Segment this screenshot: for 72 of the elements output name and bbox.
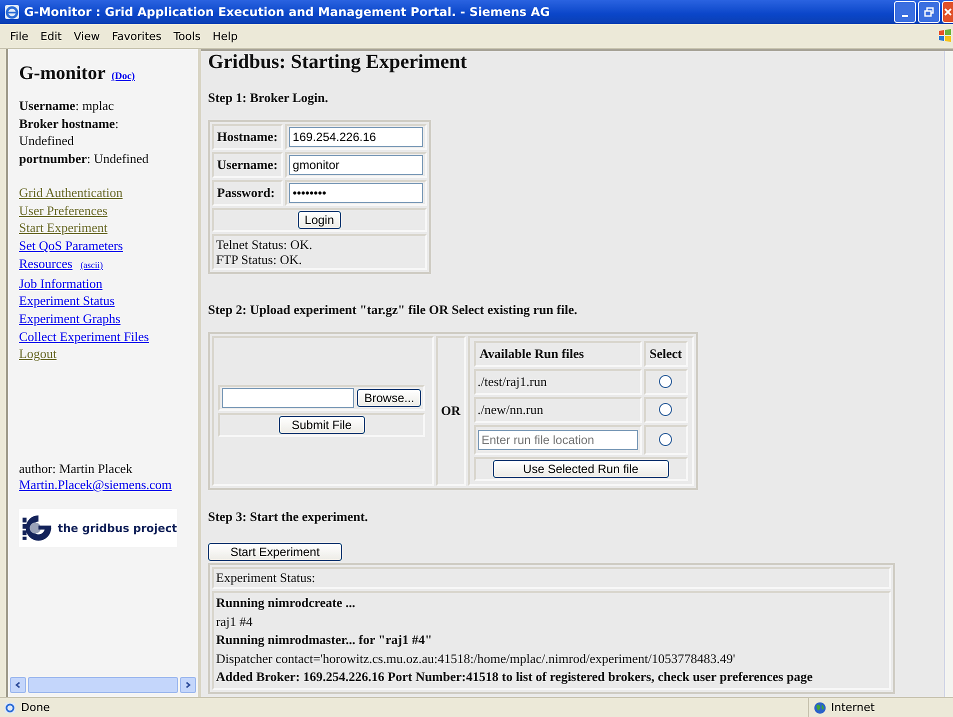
doc-link[interactable]: (Doc): [112, 71, 135, 82]
menu-item[interactable]: File: [4, 30, 34, 42]
radio-button[interactable]: [659, 402, 672, 416]
run-file-field[interactable]: Enter run file location: [478, 430, 638, 450]
nav-link[interactable]: Resources: [19, 256, 72, 271]
nav-link[interactable]: Experiment Graphs: [19, 310, 120, 326]
submit-button[interactable]: Submit File: [278, 416, 365, 434]
log-line: Dispatcher contact='horowitz.cs.mu.oz.au:41518:/home/mplac/.nimrod/experiment/1053778483.49': [216, 650, 736, 668]
log-line: Added Broker: 169.254.226.16 Port Number:41518 to list of registered brokers, check user preferences page: [216, 668, 814, 686]
gridbus-logo: the gridbus project: [19, 509, 177, 548]
table-cell: ./test/raj1.run: [474, 369, 642, 395]
menu-item[interactable]: Tools: [168, 30, 207, 42]
start-experiment-button[interactable]: Start Experiment: [208, 543, 342, 561]
nav-link[interactable]: User Preferences: [19, 202, 108, 218]
menu-item[interactable]: Help: [206, 30, 244, 42]
nav-link[interactable]: Collect Experiment Files: [19, 328, 149, 344]
table-cell: ./new/nn.run: [474, 397, 642, 423]
login-button[interactable]: Login: [298, 211, 342, 229]
ascii-link[interactable]: (ascii): [80, 260, 103, 270]
status-text: FTP Status: OK.: [216, 252, 303, 267]
menu-item[interactable]: View: [68, 30, 106, 42]
nav-link[interactable]: Start Experiment: [19, 220, 108, 236]
nav-link[interactable]: Set QoS Parameters: [19, 238, 123, 254]
restore-button[interactable]: [918, 1, 940, 23]
input-field[interactable]: ••••••••: [288, 183, 423, 203]
nav-link[interactable]: Experiment Status: [19, 293, 115, 308]
log-line: Running nimrodmaster... for "raj1 #4": [216, 631, 434, 649]
nav-link[interactable]: Job Information: [19, 276, 102, 291]
minimize-button[interactable]: [894, 1, 916, 23]
minimize-icon: [902, 15, 908, 17]
status-title: Experiment Status:: [212, 567, 891, 589]
step-label: Step 3: Start the experiment.: [208, 509, 369, 525]
input-field[interactable]: gmonitor: [288, 155, 423, 175]
email-link[interactable]: Martin.Placek@siemens.com: [19, 477, 172, 494]
window-title: G-Monitor : Grid Application Execution and Management Portal. - Siemens AG: [24, 5, 550, 19]
field-label: Hostname:: [212, 124, 283, 150]
nav-link[interactable]: Grid Authentication: [19, 185, 123, 200]
nav-link[interactable]: Logout: [19, 346, 57, 362]
input-field[interactable]: 169.254.226.16: [288, 127, 423, 147]
close-icon: [943, 7, 953, 17]
windows-logo-icon: [937, 28, 953, 44]
log-line: Running nimrodcreate ...: [216, 594, 356, 612]
step-label: Step 2: Upload experiment "tar.gz" file OR Select existing run file.: [208, 302, 578, 318]
step-label: Step 1: Broker Login.: [208, 90, 330, 106]
menu-item[interactable]: Edit: [34, 30, 68, 42]
browser-icon: [4, 4, 20, 20]
page-heading: Gridbus: Starting Experiment: [208, 51, 468, 73]
info-text: Username: mplac: [19, 97, 115, 114]
status-text: Done: [21, 701, 50, 714]
radio-button[interactable]: [659, 374, 672, 388]
column-header: Available Run files: [474, 341, 642, 367]
vertical-scrollbar[interactable]: [944, 51, 953, 697]
field-label: Password:: [212, 180, 283, 206]
file-field[interactable]: [222, 388, 354, 408]
column-header: Select: [644, 341, 688, 367]
close-button[interactable]: [942, 1, 953, 23]
status-text: Telnet Status: OK.: [216, 237, 314, 252]
author-text: author: Martin Placek: [19, 461, 134, 478]
horizontal-scrollbar[interactable]: [10, 677, 196, 693]
info-text: portnumber: Undefined: [19, 150, 150, 167]
browse-button[interactable]: Browse...: [357, 389, 422, 407]
zone-text: Internet: [831, 701, 875, 714]
field-label: Username:: [212, 152, 283, 178]
globe-icon: [813, 700, 827, 714]
or-text: OR: [441, 403, 460, 418]
log-line: raj1 #4: [216, 612, 254, 631]
restore-icon: [924, 7, 934, 17]
site-title: G-monitor: [19, 63, 106, 85]
menu-item[interactable]: Favorites: [106, 30, 168, 42]
use-run-file-button[interactable]: Use Selected Run file: [492, 460, 669, 478]
page-icon: [3, 700, 17, 714]
radio-button[interactable]: [659, 432, 672, 446]
